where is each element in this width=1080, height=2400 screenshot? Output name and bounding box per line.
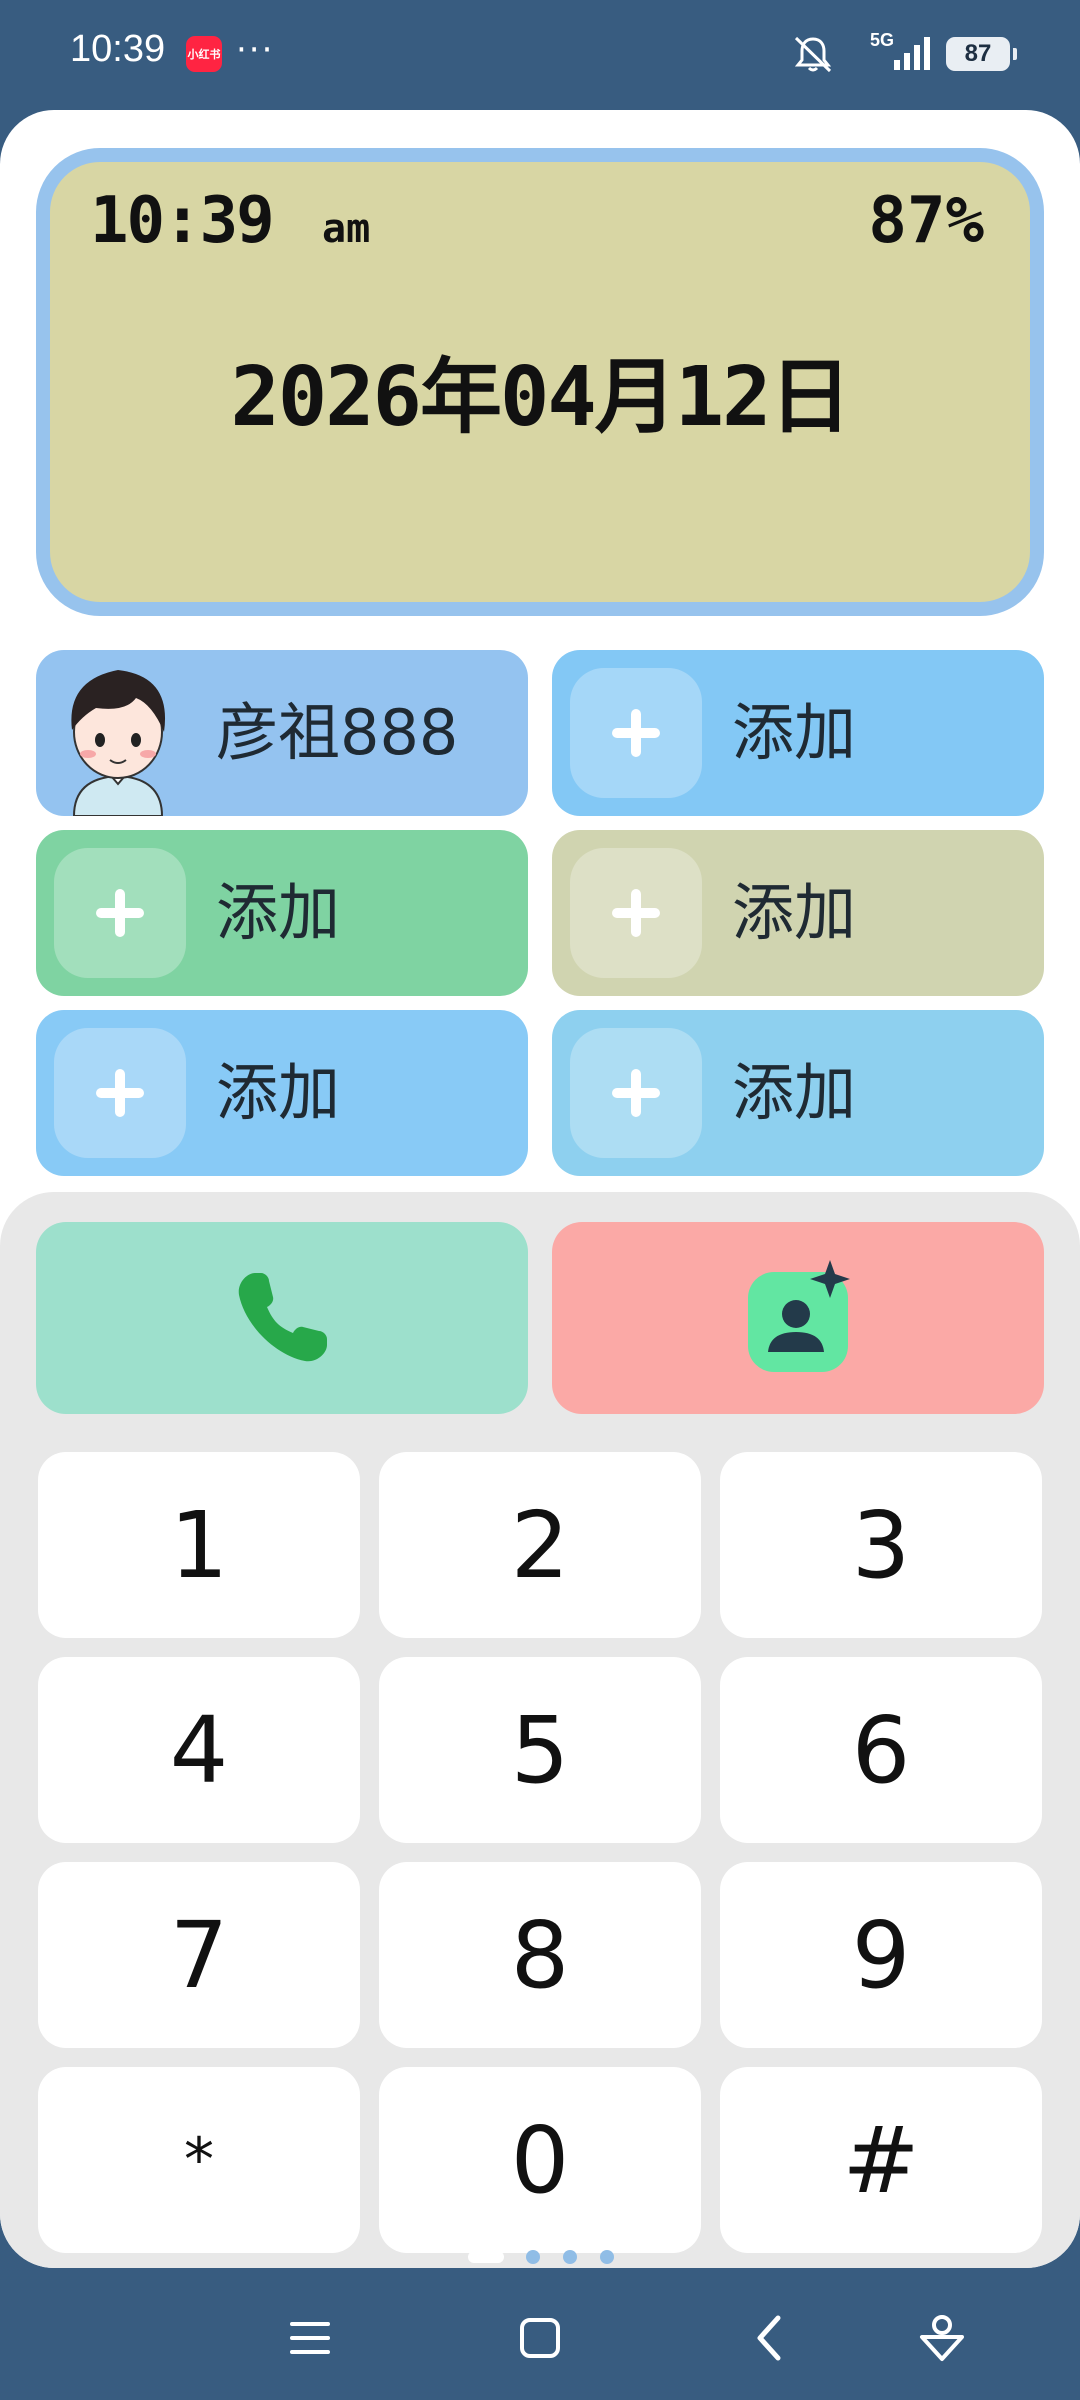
key-star[interactable]: *	[38, 2067, 360, 2253]
navigation-bar	[0, 2268, 1080, 2400]
status-time: 10:39	[70, 28, 166, 70]
lcd-clock-panel: 10:39 am 87% 2026年04月12日	[36, 148, 1044, 616]
key-9[interactable]: 9	[720, 1862, 1042, 2048]
plus-icon	[54, 1028, 186, 1158]
lcd-battery: 87%	[868, 184, 984, 258]
contact-tile-1[interactable]: 彦祖888	[36, 650, 528, 816]
key-1[interactable]: 1	[38, 1452, 360, 1638]
lcd-date: 2026年04月12日	[230, 350, 852, 445]
call-button[interactable]	[36, 1222, 528, 1414]
key-7[interactable]: 7	[38, 1862, 360, 2048]
lcd-time: 10:39	[90, 184, 275, 258]
plus-icon	[570, 668, 702, 798]
contact-tile-5[interactable]: 添加	[36, 1010, 528, 1176]
key-4[interactable]: 4	[38, 1657, 360, 1843]
menu-icon[interactable]	[280, 2308, 340, 2368]
contact-name: 添加	[216, 1056, 341, 1129]
add-contact-icon	[748, 1260, 850, 1372]
lcd-ampm: am	[322, 206, 371, 252]
page-dot	[563, 2250, 577, 2264]
contact-name: 添加	[732, 876, 857, 949]
add-contact-button[interactable]	[552, 1222, 1044, 1414]
more-notifications-icon: ···	[236, 30, 275, 70]
key-3[interactable]: 3	[720, 1452, 1042, 1638]
contact-name: 添加	[732, 696, 857, 769]
dialer-panel: 1 2 3 4 5 6 7 8 9 * 0 #	[0, 1192, 1080, 2268]
phone-icon	[238, 1273, 327, 1362]
signal-icon	[892, 36, 932, 72]
plus-icon	[570, 848, 702, 978]
contact-tile-4[interactable]: 添加	[552, 830, 1044, 996]
main-card: 10:39 am 87% 2026年04月12日 彦祖888 添加 添加 添加 …	[0, 110, 1080, 2268]
key-0[interactable]: 0	[379, 2067, 701, 2253]
contact-tile-2[interactable]: 添加	[552, 650, 1044, 816]
page-dot-active	[468, 2251, 504, 2263]
page-dot	[600, 2250, 614, 2264]
mute-bell-icon	[792, 34, 834, 74]
avatar	[71, 670, 166, 816]
plus-icon	[54, 848, 186, 978]
back-icon[interactable]	[740, 2308, 800, 2368]
key-5[interactable]: 5	[379, 1657, 701, 1843]
contact-name: 彦祖888	[216, 696, 459, 769]
page-indicator	[0, 2244, 1080, 2264]
key-hash[interactable]: #	[720, 2067, 1042, 2253]
key-2[interactable]: 2	[379, 1452, 701, 1638]
xiaohongshu-app-icon: 小红书	[186, 36, 222, 72]
page-dot	[526, 2250, 540, 2264]
contact-tile-6[interactable]: 添加	[552, 1010, 1044, 1176]
contact-name: 添加	[216, 876, 341, 949]
contact-tile-3[interactable]: 添加	[36, 830, 528, 996]
battery-indicator: 87	[946, 37, 1017, 71]
plus-icon	[570, 1028, 702, 1158]
home-icon[interactable]	[510, 2308, 570, 2368]
key-8[interactable]: 8	[379, 1862, 701, 2048]
key-6[interactable]: 6	[720, 1657, 1042, 1843]
contact-name: 添加	[732, 1056, 857, 1129]
status-bar: 10:39 小红书 ··· 5G 87	[0, 0, 1080, 108]
assistant-icon[interactable]	[912, 2308, 972, 2368]
